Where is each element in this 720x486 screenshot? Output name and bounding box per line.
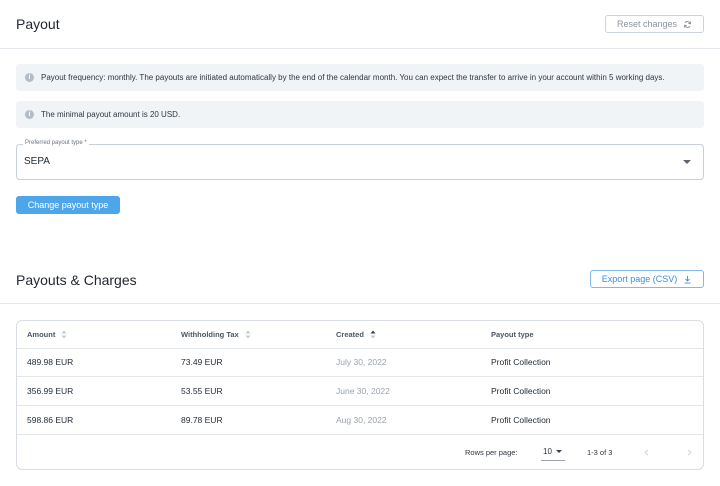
- column-header-created[interactable]: Created: [336, 321, 376, 348]
- cell-payout-type: Profit Collection: [491, 386, 551, 396]
- rows-per-page-underline: [541, 460, 565, 461]
- charges-header: Payouts & Charges Export page (CSV): [0, 255, 720, 304]
- change-payout-type-button[interactable]: Change payout type: [16, 196, 120, 214]
- page-title: Payout: [16, 16, 60, 32]
- cell-amount: 489.98 EUR: [27, 357, 74, 367]
- cell-tax: 73.49 EUR: [181, 357, 223, 367]
- chevron-down-icon: [683, 160, 691, 164]
- payout-frequency-info: i Payout frequency: monthly. The payouts…: [16, 64, 704, 91]
- payout-type-value: SEPA: [24, 156, 50, 167]
- table-row[interactable]: 489.98 EUR 73.49 EUR July 30, 2022 Profi…: [17, 348, 703, 377]
- payout-frequency-text: Payout frequency: monthly. The payouts a…: [41, 73, 665, 82]
- cell-payout-type: Profit Collection: [491, 415, 551, 425]
- sort-icon: [245, 330, 251, 339]
- previous-page-button[interactable]: [640, 446, 652, 458]
- section-title: Payouts & Charges: [16, 272, 137, 288]
- table-row[interactable]: 598.86 EUR 89.78 EUR Aug 30, 2022 Profit…: [17, 406, 703, 435]
- minimum-amount-text: The minimal payout amount is 20 USD.: [41, 110, 181, 119]
- payout-header: Payout Reset changes: [0, 0, 720, 49]
- column-header-withholding-tax[interactable]: Withholding Tax: [181, 321, 251, 348]
- cell-payout-type: Profit Collection: [491, 357, 551, 367]
- cell-created: Aug 30, 2022: [336, 415, 387, 425]
- cell-amount: 356.99 EUR: [27, 386, 74, 396]
- cell-tax: 53.55 EUR: [181, 386, 223, 396]
- chevron-left-icon: [644, 449, 648, 455]
- rows-per-page-value: 10: [543, 447, 552, 456]
- column-header-amount[interactable]: Amount: [27, 321, 67, 348]
- sort-icon: [61, 330, 67, 339]
- pagination-range: 1-3 of 3: [587, 448, 613, 457]
- rows-per-page-label: Rows per page:: [465, 448, 518, 457]
- sort-active-icon: [370, 330, 376, 339]
- refresh-icon: [683, 20, 692, 28]
- column-header-payout-type: Payout type: [491, 330, 534, 339]
- reset-changes-button[interactable]: Reset changes: [605, 15, 704, 33]
- export-csv-label: Export page (CSV): [601, 274, 678, 284]
- chevron-right-icon: [687, 449, 691, 455]
- download-icon: [684, 275, 691, 284]
- cell-created: July 30, 2022: [336, 357, 387, 367]
- table-row[interactable]: 356.99 EUR 53.55 EUR June 30, 2022 Profi…: [17, 377, 703, 406]
- payout-type-select[interactable]: Preferred payout type * SEPA: [16, 140, 704, 180]
- cell-created: June 30, 2022: [336, 386, 390, 396]
- payouts-table: Amount Withholding Tax Created Payout ty…: [16, 320, 704, 470]
- export-csv-button[interactable]: Export page (CSV): [590, 270, 704, 288]
- info-icon: i: [25, 110, 34, 119]
- minimum-amount-info: i The minimal payout amount is 20 USD.: [16, 101, 704, 128]
- rows-per-page-select[interactable]: 10: [543, 447, 562, 456]
- payout-type-label: Preferred payout type *: [23, 140, 89, 146]
- chevron-down-icon: [555, 450, 562, 453]
- reset-changes-label: Reset changes: [616, 19, 678, 29]
- payout-settings-page: Payout Reset changes i Payout frequency:…: [0, 0, 720, 486]
- cell-tax: 89.78 EUR: [181, 415, 223, 425]
- table-header: Amount Withholding Tax Created Payout ty…: [17, 321, 703, 349]
- cell-amount: 598.86 EUR: [27, 415, 74, 425]
- table-pagination: Rows per page: 10 1-3 of 3: [17, 434, 703, 469]
- next-page-button[interactable]: [683, 446, 695, 458]
- info-icon: i: [25, 73, 34, 82]
